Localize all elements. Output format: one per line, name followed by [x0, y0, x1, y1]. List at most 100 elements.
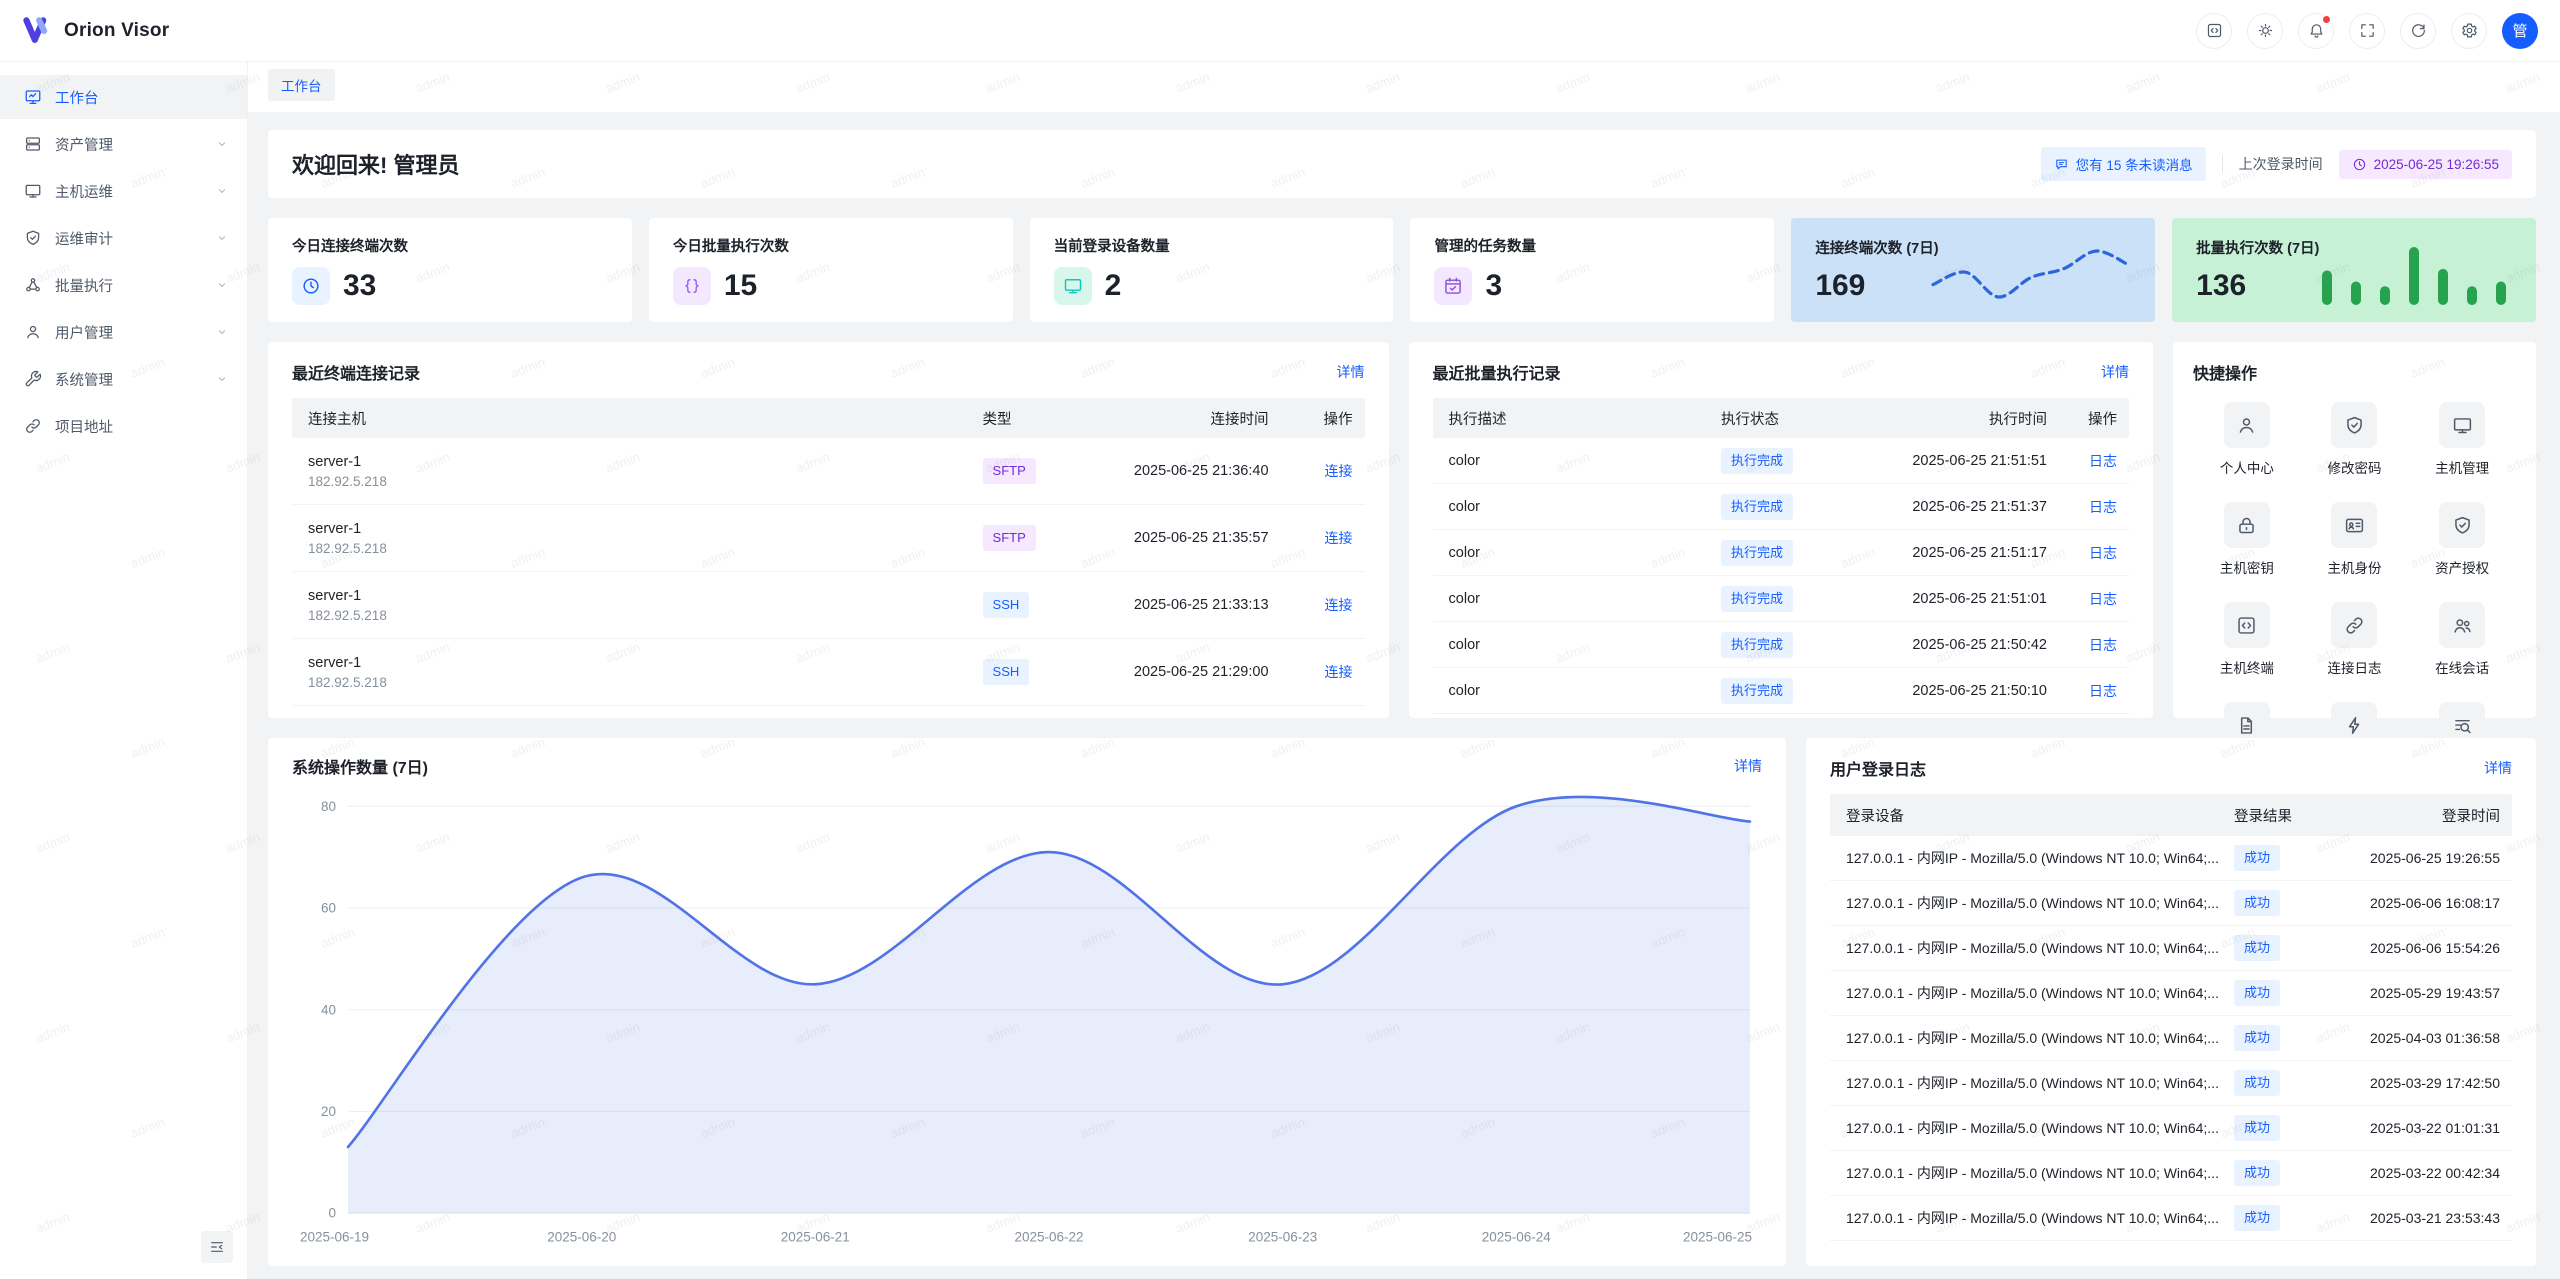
stat-card-today-batch-executions: 今日批量执行次数 15 [649, 218, 1013, 322]
svg-text:2025-06-22: 2025-06-22 [1014, 1230, 1083, 1245]
sidebar-item-label: 项目地址 [55, 416, 113, 437]
settings-button[interactable] [2451, 13, 2487, 49]
connect-time: 2025-06-25 21:36:40 [1071, 463, 1281, 479]
terminal-connection-row: server-1 182.92.5.218 SSH 2025-06-25 21:… [292, 639, 1365, 706]
code-icon [2236, 615, 2257, 636]
terminal-detail-link[interactable]: 详情 [1337, 362, 1365, 382]
recent-terminal-connections-card: 最近终端连接记录 详情 连接主机类型 连接时间操作 server-1 182.9… [268, 342, 1389, 718]
quick-action-online-session[interactable]: 在线会话 [2408, 602, 2516, 677]
main-content: 欢迎回来! 管理员 您有 15 条未读消息 上次登录时间 20 [248, 112, 2560, 1279]
quick-action-label: 主机终端 [2220, 657, 2274, 677]
chevron-down-icon [215, 278, 229, 292]
host-name: server-1 [308, 521, 959, 537]
stat-label: 今日批量执行次数 [673, 235, 989, 256]
stat-value: 15 [724, 269, 757, 303]
sidebar-item-label: 批量执行 [55, 275, 113, 296]
log-link[interactable]: 日志 [2089, 499, 2117, 515]
idcard-icon [2344, 515, 2365, 536]
svg-text:2025-06-19: 2025-06-19 [300, 1230, 369, 1245]
terminal-7d-sparkline [1927, 241, 2135, 305]
quick-action-label: 主机身份 [2327, 557, 2381, 577]
api-button[interactable] [2196, 13, 2232, 49]
exec-time: 2025-06-25 21:50:42 [1849, 637, 2059, 653]
chart-detail-link[interactable]: 详情 [1734, 756, 1762, 776]
user-avatar[interactable]: 管 [2502, 13, 2538, 49]
sidebar-collapse-button[interactable] [201, 1231, 233, 1263]
login-detail-link[interactable]: 详情 [2484, 758, 2512, 778]
login-result-tag: 成功 [2234, 935, 2280, 961]
monitor-icon [2452, 415, 2473, 436]
sidebar-item-system-management[interactable]: 系统管理 [0, 357, 247, 401]
protocol-tag: SFTP [983, 458, 1036, 484]
sidebar-item-batch-exec[interactable]: 批量执行 [0, 263, 247, 307]
brand: Orion Visor [22, 17, 169, 44]
wrench-icon [24, 370, 42, 388]
sidebar-item-host-ops[interactable]: 主机运维 [0, 169, 247, 213]
exec-desc: color [1433, 683, 1709, 699]
breadcrumb: 工作台 [248, 62, 2560, 112]
login-time: 2025-06-06 16:08:17 [2326, 895, 2512, 911]
sidebar-item-workbench[interactable]: 工作台 [0, 75, 247, 119]
server-icon [24, 135, 42, 153]
fullscreen-button[interactable] [2349, 13, 2385, 49]
refresh-icon [2410, 22, 2427, 39]
breadcrumb-item-workbench[interactable]: 工作台 [268, 69, 335, 101]
quick-action-connection-log[interactable]: 连接日志 [2301, 602, 2409, 677]
connect-link[interactable]: 连接 [1325, 664, 1353, 680]
protocol-tag: SSH [983, 659, 1030, 685]
sidebar-item-ops-audit[interactable]: 运维审计 [0, 216, 247, 260]
quick-action-host-terminal[interactable]: 主机终端 [2193, 602, 2301, 677]
log-link[interactable]: 日志 [2089, 637, 2117, 653]
log-link[interactable]: 日志 [2089, 683, 2117, 699]
monitor-icon [1063, 276, 1083, 296]
batch-exec-row: color 执行完成 2025-06-25 21:51:01 日志 [1433, 576, 2129, 622]
quick-action-personal-center[interactable]: 个人中心 [2193, 402, 2301, 477]
quick-action-change-password[interactable]: 修改密码 [2301, 402, 2409, 477]
login-time: 2025-05-29 19:43:57 [2326, 985, 2512, 1001]
log-link[interactable]: 日志 [2089, 545, 2117, 561]
log-link[interactable]: 日志 [2089, 453, 2117, 469]
quick-action-asset-authorization[interactable]: 资产授权 [2408, 502, 2516, 577]
theme-button[interactable] [2247, 13, 2283, 49]
zap-icon [2344, 715, 2365, 736]
exec-desc: color [1433, 637, 1709, 653]
login-result-tag: 成功 [2234, 1115, 2280, 1141]
host-ip: 182.92.5.218 [308, 474, 959, 489]
quick-action-host-management[interactable]: 主机管理 [2408, 402, 2516, 477]
quick-actions-card: 快捷操作 个人中心 修改密码 主机管理 主机密钥 主机身份 资产授权 主机终端 … [2173, 342, 2536, 718]
connect-link[interactable]: 连接 [1325, 597, 1353, 613]
unread-messages-text: 您有 15 条未读消息 [2076, 154, 2193, 174]
quick-action-host-identity[interactable]: 主机身份 [2301, 502, 2409, 577]
sidebar-item-user-management[interactable]: 用户管理 [0, 310, 247, 354]
exec-status-tag: 执行完成 [1721, 678, 1793, 704]
login-time: 2025-06-25 19:26:55 [2326, 850, 2512, 866]
quick-action-label: 资产授权 [2435, 557, 2489, 577]
stats-row: 今日连接终端次数 33 今日批量执行次数 15 当前登录设备数量 2 管理的任务… [268, 218, 2536, 322]
sidebar-item-asset-management[interactable]: 资产管理 [0, 122, 247, 166]
chevron-down-icon [215, 372, 229, 386]
notifications-button[interactable] [2298, 13, 2334, 49]
login-device: 127.0.0.1 - 内网IP - Mozilla/5.0 (Windows … [1830, 1208, 2222, 1228]
login-device: 127.0.0.1 - 内网IP - Mozilla/5.0 (Windows … [1830, 1073, 2222, 1093]
refresh-button[interactable] [2400, 13, 2436, 49]
last-login-time-badge: 2025-06-25 19:26:55 [2339, 150, 2512, 179]
connect-link[interactable]: 连接 [1325, 463, 1353, 479]
svg-text:80: 80 [321, 799, 336, 814]
connect-time: 2025-06-25 21:35:57 [1071, 530, 1281, 546]
exec-time: 2025-06-25 21:51:51 [1849, 453, 2059, 469]
svg-text:2025-06-24: 2025-06-24 [1482, 1230, 1551, 1245]
exec-detail-link[interactable]: 详情 [2101, 362, 2129, 382]
batch-exec-row: color 执行完成 2025-06-25 21:51:17 日志 [1433, 530, 2129, 576]
unread-messages-badge[interactable]: 您有 15 条未读消息 [2041, 147, 2206, 181]
quick-action-host-key[interactable]: 主机密钥 [2193, 502, 2301, 577]
login-time: 2025-03-21 23:53:43 [2326, 1210, 2512, 1226]
stat-card-today-terminal-connections: 今日连接终端次数 33 [268, 218, 632, 322]
sidebar-item-project-link[interactable]: 项目地址 [0, 404, 247, 448]
svg-text:20: 20 [321, 1104, 336, 1119]
log-link[interactable]: 日志 [2089, 591, 2117, 607]
connect-time: 2025-06-25 21:33:13 [1071, 597, 1281, 613]
exec-card-title: 最近批量执行记录 [1433, 360, 1561, 384]
chevron-down-icon [215, 137, 229, 151]
sidebar-item-label: 用户管理 [55, 322, 113, 343]
connect-link[interactable]: 连接 [1325, 530, 1353, 546]
